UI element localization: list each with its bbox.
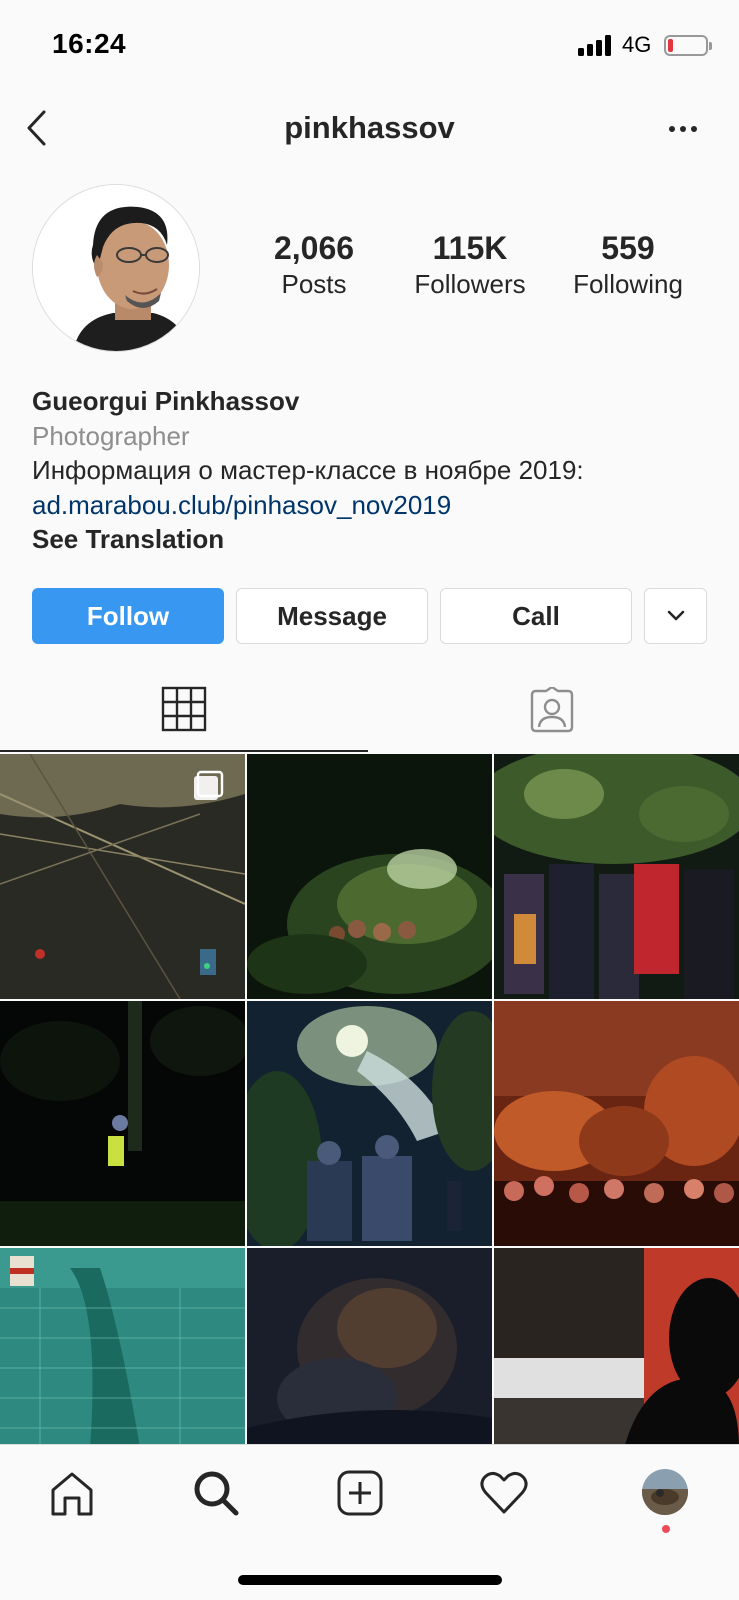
message-button[interactable]: Message (236, 588, 428, 644)
tab-tagged[interactable] (368, 668, 736, 752)
profile-full-name: Gueorgui Pinkhassov (32, 386, 300, 416)
suggested-accounts-button[interactable] (644, 588, 707, 644)
stat-following[interactable]: 559 Following (558, 230, 698, 300)
network-type: 4G (622, 32, 652, 57)
profile-bio-text: Информация о мастер-классе в ноябре 2019… (32, 455, 584, 485)
post-thumbnail[interactable] (247, 1248, 492, 1444)
post-thumbnail[interactable] (494, 754, 739, 999)
post-thumbnail[interactable] (494, 1248, 739, 1444)
search-icon[interactable] (186, 1463, 246, 1523)
profile-username: pinkhassov (284, 110, 455, 145)
post-thumbnail[interactable] (0, 754, 245, 999)
tab-grid[interactable] (0, 668, 368, 752)
follow-button[interactable]: Follow (32, 588, 224, 644)
profile-avatar[interactable] (642, 1469, 688, 1515)
grid-icon (161, 686, 207, 732)
battery-icon (664, 35, 712, 56)
post-thumbnail[interactable] (494, 1001, 739, 1246)
stat-following-value: 559 (601, 230, 655, 266)
profile-bio: Gueorgui Pinkhassov Photographer Информа… (32, 384, 722, 557)
notification-dot (662, 1525, 670, 1533)
stat-following-label: Following (573, 269, 683, 299)
chevron-down-icon (667, 610, 684, 621)
stat-followers-label: Followers (414, 269, 526, 299)
post-grid (0, 754, 739, 1444)
post-thumbnail[interactable] (0, 1001, 245, 1246)
activity-heart-icon[interactable] (474, 1463, 534, 1523)
signal-icon (578, 34, 614, 56)
profile-bio-link[interactable]: ad.marabou.club/pinhasov_nov2019 (32, 488, 722, 523)
tagged-icon (530, 687, 574, 733)
stat-posts-label: Posts (281, 269, 347, 299)
home-icon[interactable] (42, 1463, 102, 1523)
profile-category: Photographer (32, 420, 190, 451)
stat-followers-value: 115K (432, 230, 508, 266)
post-thumbnail[interactable] (247, 1001, 492, 1246)
profile-header: pinkhassov (0, 96, 739, 166)
more-icon[interactable] (664, 114, 704, 144)
profile-tabs (0, 668, 739, 754)
post-thumbnail[interactable] (247, 754, 492, 999)
see-translation-link[interactable]: See Translation (32, 522, 722, 557)
profile-avatar[interactable] (32, 184, 200, 352)
stat-posts-value: 2,066 (273, 230, 355, 266)
home-indicator (238, 1575, 502, 1585)
status-bar: 16:24 4G (0, 0, 739, 90)
bottom-nav (0, 1444, 739, 1600)
post-thumbnail[interactable] (0, 1248, 245, 1444)
stat-posts[interactable]: 2,066 Posts (244, 230, 384, 300)
stat-followers[interactable]: 115K Followers (400, 230, 540, 300)
add-post-icon[interactable] (330, 1463, 390, 1523)
call-button[interactable]: Call (440, 588, 632, 644)
status-time: 16:24 (52, 28, 127, 59)
